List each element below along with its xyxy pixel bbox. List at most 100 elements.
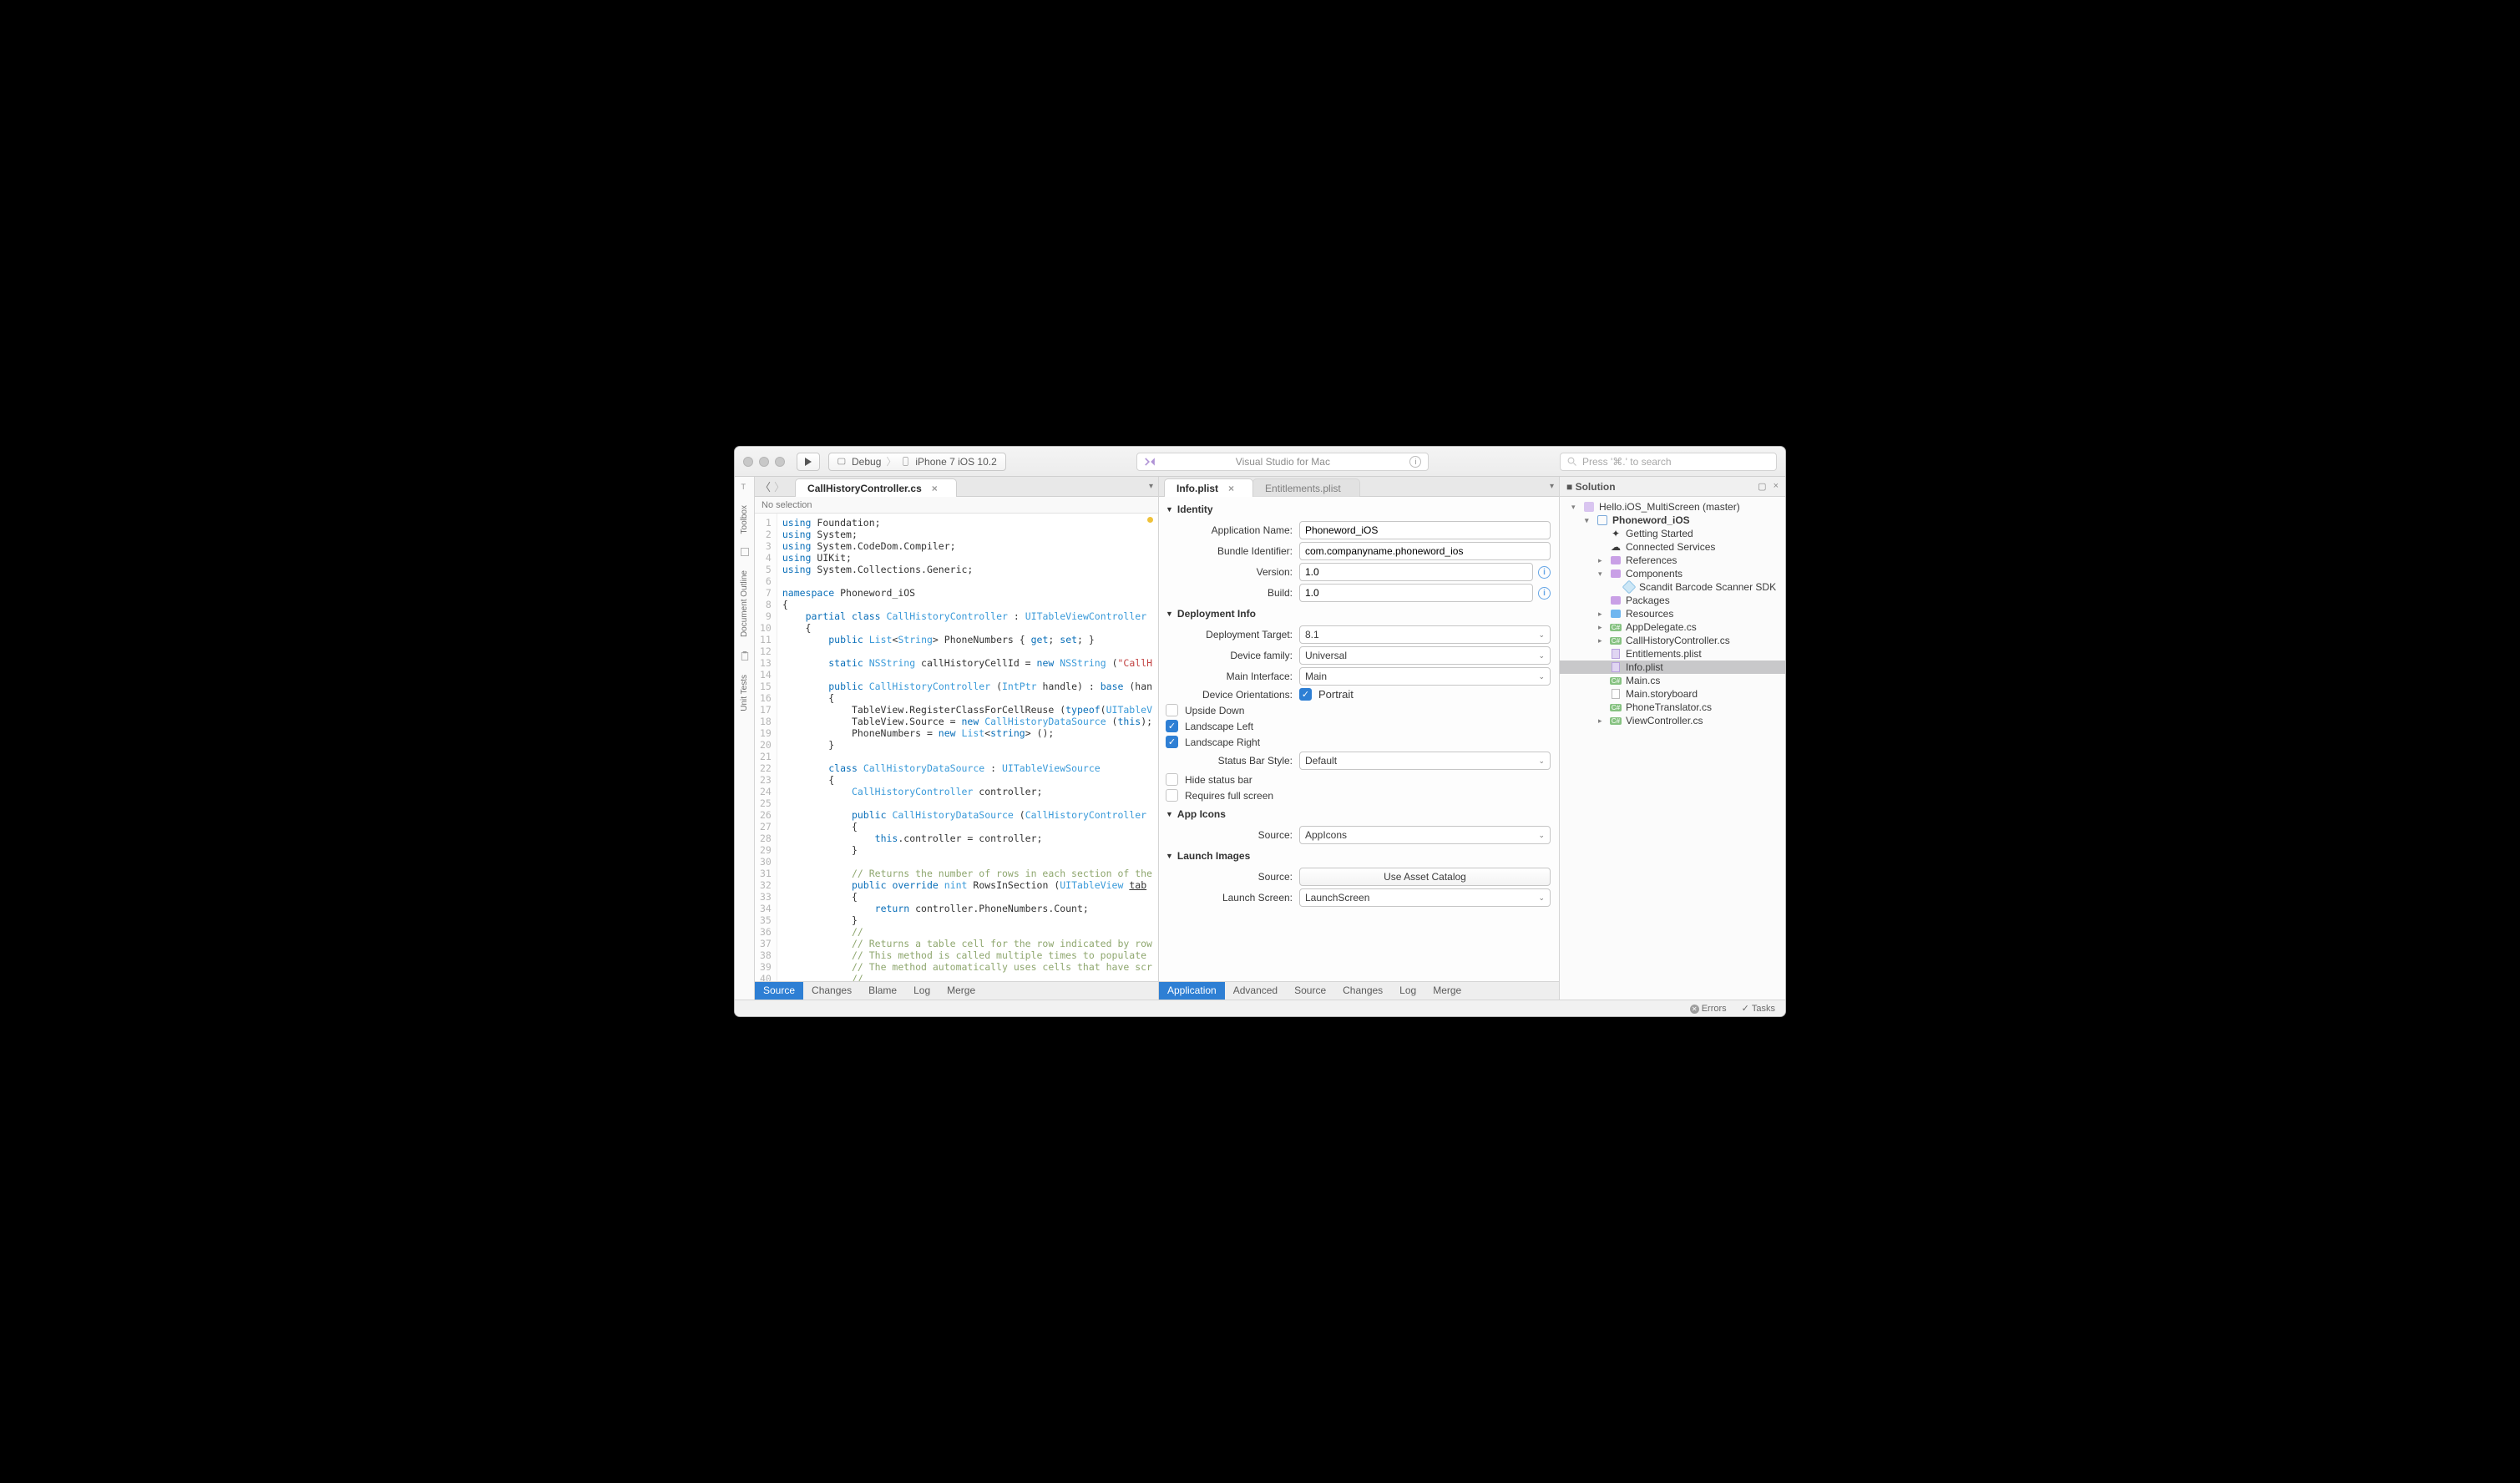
tree-getting-started[interactable]: ✦Getting Started [1560, 527, 1785, 540]
status-tasks[interactable]: Tasks [1742, 1003, 1775, 1014]
input-build[interactable] [1299, 584, 1533, 602]
device-icon [901, 457, 910, 466]
tab-overflow[interactable]: ▾ [1149, 482, 1153, 491]
tree-viewcontroller[interactable]: ▸ViewController.cs [1560, 714, 1785, 727]
footer-tab-blame[interactable]: Blame [860, 982, 905, 1000]
nav-forward[interactable]: 〉 [774, 478, 785, 494]
outline-icon [740, 547, 750, 557]
nav-back[interactable]: 〈 [760, 478, 771, 494]
tab-overflow[interactable]: ▾ [1550, 482, 1554, 491]
ide-status-field: Visual Studio for Mac i [1136, 453, 1429, 471]
code-editor-pane: 〈 〉 CallHistoryController.cs × ▾ No sele… [755, 477, 1159, 1000]
close-icon[interactable]: × [1228, 483, 1234, 494]
input-app-name[interactable] [1299, 521, 1551, 539]
scheme-selector[interactable]: Debug 〉 iPhone 7 iOS 10.2 [828, 453, 1006, 471]
checkbox-landscape-right[interactable] [1166, 736, 1178, 748]
tree-phonetranslator[interactable]: PhoneTranslator.cs [1560, 701, 1785, 714]
checkbox-landscape-left[interactable] [1166, 720, 1178, 732]
plist-tab-entitlements[interactable]: Entitlements.plist [1252, 478, 1360, 497]
checkbox-portrait[interactable] [1299, 688, 1312, 701]
tree-resources[interactable]: ▸Resources [1560, 607, 1785, 620]
footer-tab-merge[interactable]: Merge [1424, 982, 1470, 1000]
footer-tab-changes[interactable]: Changes [1334, 982, 1391, 1000]
plist-tabs: Info.plist × Entitlements.plist ▾ [1159, 477, 1559, 497]
label-status-bar-style: Status Bar Style: [1166, 755, 1299, 767]
close-icon[interactable]: × [932, 483, 938, 494]
button-use-asset-catalog[interactable]: Use Asset Catalog [1299, 868, 1551, 886]
footer-tab-source[interactable]: Source [755, 982, 803, 1000]
section-identity[interactable]: ▼Identity [1166, 500, 1551, 519]
select-launch-screen[interactable]: LaunchScreen⌄ [1299, 888, 1551, 907]
status-errors[interactable]: ✕Errors [1690, 1004, 1727, 1014]
tree-references[interactable]: ▸References [1560, 554, 1785, 567]
label-orientations: Device Orientations: [1166, 689, 1299, 701]
select-device-family[interactable]: Universal⌄ [1299, 646, 1551, 665]
label-build: Build: [1166, 587, 1299, 599]
ide-window: Debug 〉 iPhone 7 iOS 10.2 Visual Studio … [734, 446, 1786, 1017]
line-gutter: 1234567891011121314151617181920212223242… [755, 514, 777, 981]
status-bar: ✕Errors Tasks [735, 1000, 1785, 1016]
label-appicons-source: Source: [1166, 829, 1299, 841]
footer-tab-merge[interactable]: Merge [939, 982, 984, 1000]
window-close[interactable] [743, 457, 753, 467]
info-icon[interactable]: i [1409, 456, 1421, 468]
input-version[interactable] [1299, 563, 1533, 581]
rail-tab-toolbox[interactable]: Toolbox [740, 500, 749, 539]
code-area[interactable]: 1234567891011121314151617181920212223242… [755, 514, 1158, 981]
pad-detach-icon[interactable]: ▢ [1758, 481, 1766, 492]
tree-main-storyboard[interactable]: Main.storyboard [1560, 687, 1785, 701]
section-deployment[interactable]: ▼Deployment Info [1166, 605, 1551, 623]
footer-tab-advanced[interactable]: Advanced [1225, 982, 1286, 1000]
tree-packages[interactable]: Packages [1560, 594, 1785, 607]
left-rail: T Toolbox Document Outline Unit Tests [735, 477, 755, 1000]
tree-callhistory[interactable]: ▸CallHistoryController.cs [1560, 634, 1785, 647]
section-app-icons[interactable]: ▼App Icons [1166, 805, 1551, 823]
solution-tree: ▾Hello.iOS_MultiScreen (master) ▾Phonewo… [1560, 497, 1785, 1000]
footer-tab-log[interactable]: Log [905, 982, 939, 1000]
window-minimize[interactable] [759, 457, 769, 467]
run-button[interactable] [797, 453, 820, 471]
tree-scandit[interactable]: Scandit Barcode Scanner SDK [1560, 580, 1785, 594]
solution-root[interactable]: ▾Hello.iOS_MultiScreen (master) [1560, 500, 1785, 514]
scheme-name: Debug [852, 456, 881, 468]
checkbox-hide-status[interactable] [1166, 773, 1178, 786]
input-bundle-id[interactable] [1299, 542, 1551, 560]
plist-tab-info[interactable]: Info.plist × [1164, 478, 1253, 497]
pad-close-icon[interactable]: × [1774, 481, 1779, 492]
solution-pane: ■ Solution ▢× ▾Hello.iOS_MultiScreen (ma… [1560, 477, 1785, 1000]
checkbox-full-screen[interactable] [1166, 789, 1178, 802]
tree-appdelegate[interactable]: ▸AppDelegate.cs [1560, 620, 1785, 634]
label-app-name: Application Name: [1166, 524, 1299, 536]
project-node[interactable]: ▾Phoneword_iOS [1560, 514, 1785, 527]
rail-tab-outline[interactable]: Document Outline [740, 565, 749, 642]
window-zoom[interactable] [775, 457, 785, 467]
tree-components[interactable]: ▾Components [1560, 567, 1785, 580]
footer-tab-changes[interactable]: Changes [803, 982, 860, 1000]
info-icon[interactable]: i [1538, 587, 1551, 600]
search-placeholder: Press '⌘.' to search [1582, 456, 1672, 468]
footer-tab-log[interactable]: Log [1391, 982, 1424, 1000]
select-appicons-source[interactable]: AppIcons⌄ [1299, 826, 1551, 844]
editor-breadcrumb[interactable]: No selection [755, 497, 1158, 514]
checkbox-upside-down[interactable] [1166, 704, 1178, 716]
global-search[interactable]: Press '⌘.' to search [1560, 453, 1777, 471]
editor-footer-tabs: Source Changes Blame Log Merge [755, 981, 1158, 1000]
rail-tab-tests[interactable]: Unit Tests [740, 670, 749, 716]
footer-tab-application[interactable]: Application [1159, 982, 1225, 1000]
tree-main-cs[interactable]: Main.cs [1560, 674, 1785, 687]
footer-tab-source[interactable]: Source [1286, 982, 1334, 1000]
label-bundle-id: Bundle Identifier: [1166, 545, 1299, 557]
warning-indicator [1147, 517, 1153, 523]
select-dep-target[interactable]: 8.1⌄ [1299, 625, 1551, 644]
section-launch-images[interactable]: ▼Launch Images [1166, 847, 1551, 865]
select-main-interface[interactable]: Main⌄ [1299, 667, 1551, 686]
editor-tabs: 〈 〉 CallHistoryController.cs × ▾ [755, 477, 1158, 497]
select-status-bar-style[interactable]: Default⌄ [1299, 752, 1551, 770]
tree-entitlements[interactable]: Entitlements.plist [1560, 647, 1785, 661]
tree-info-plist[interactable]: Info.plist [1560, 661, 1785, 674]
editor-tab-callhistory[interactable]: CallHistoryController.cs × [795, 478, 957, 497]
label-launch-screen: Launch Screen: [1166, 892, 1299, 903]
info-icon[interactable]: i [1538, 566, 1551, 579]
plist-pane: Info.plist × Entitlements.plist ▾ ▼Ident… [1159, 477, 1560, 1000]
tree-connected-services[interactable]: ☁︎Connected Services [1560, 540, 1785, 554]
